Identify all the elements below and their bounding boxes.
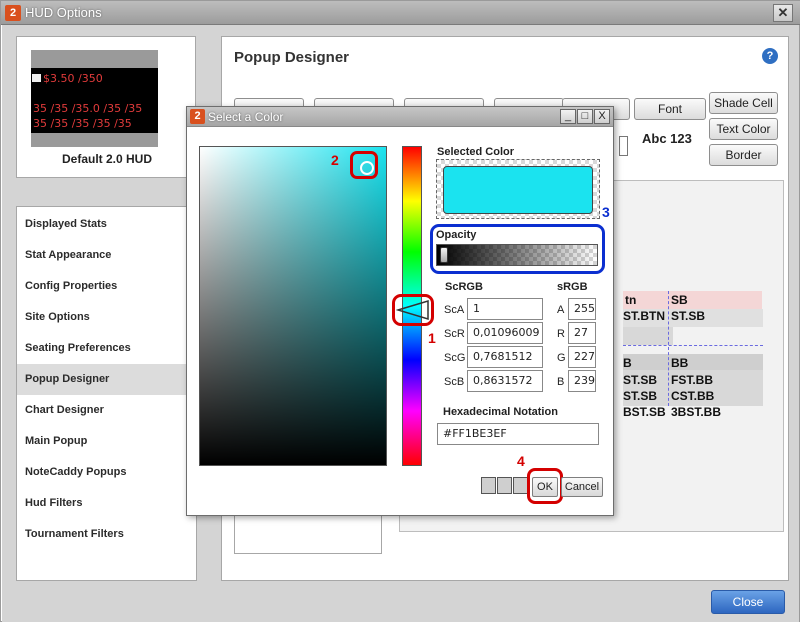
srgb-r-label: R <box>557 328 565 340</box>
hud-preview-card[interactable]: $3.50 /350 35 /35 /35.0 /35 /35 35 /35 /… <box>16 36 196 178</box>
dialog-close-button[interactable]: X <box>594 109 610 124</box>
grid-divider <box>623 345 763 346</box>
recent-color-swatch[interactable] <box>513 477 528 494</box>
minimize-button[interactable]: _ <box>560 109 576 124</box>
hud-preview-label: Default 2.0 HUD <box>61 152 153 166</box>
opacity-slider[interactable] <box>436 244 598 266</box>
grid-cell[interactable]: 3BST.BB <box>671 405 721 419</box>
grid-cell-bg <box>623 327 673 345</box>
app-logo-icon: 2 <box>5 5 21 21</box>
saturation-value-field[interactable] <box>199 146 387 466</box>
dialog-title: Select a Color <box>208 110 284 124</box>
text-color-button[interactable]: Text Color <box>709 118 778 140</box>
annotation-1: 1 <box>428 330 436 346</box>
srgb-a-field[interactable]: 255 <box>568 298 596 320</box>
annotation-2: 2 <box>331 152 339 168</box>
sidebar-item-displayed-stats[interactable]: Displayed Stats <box>17 209 196 240</box>
scb-label: ScB <box>444 376 465 388</box>
dialog-titlebar[interactable]: 2 Select a Color _ □ X <box>187 107 613 127</box>
window-titlebar[interactable]: 2 HUD Options ✕ <box>1 1 800 25</box>
hud-line-3: 35 /35 /35 /35 /35 <box>33 117 132 130</box>
annotation-4: 4 <box>517 453 525 469</box>
hex-label: Hexadecimal Notation <box>443 406 558 418</box>
cancel-button[interactable]: Cancel <box>561 477 603 497</box>
grid-cell[interactable]: ST.BTN <box>623 309 665 323</box>
srgb-b-field[interactable]: 239 <box>568 370 596 392</box>
grid-cell[interactable]: ST.SB <box>623 389 657 403</box>
small-input-fragment[interactable] <box>619 136 628 156</box>
hud-preview-image: $3.50 /350 35 /35 /35.0 /35 /35 35 /35 /… <box>31 50 158 147</box>
recent-color-swatch[interactable] <box>497 477 512 494</box>
help-icon[interactable]: ? <box>762 48 778 64</box>
font-sample-text: Abc 123 <box>642 131 692 146</box>
hud-line-2: 35 /35 /35.0 /35 /35 <box>33 102 143 115</box>
annotation-ring-4 <box>527 468 563 504</box>
options-sidebar: Displayed Stats Stat Appearance Config P… <box>16 206 197 581</box>
srgb-a-label: A <box>557 304 565 316</box>
close-button[interactable]: Close <box>711 590 785 614</box>
sidebar-item-tournament-filters[interactable]: Tournament Filters <box>17 519 196 550</box>
sidebar-item-main-popup[interactable]: Main Popup <box>17 426 196 457</box>
hud-preview-topbar <box>31 50 158 68</box>
hex-field[interactable]: #FF1BE3EF <box>437 423 599 445</box>
selected-color-swatch <box>443 166 593 214</box>
hud-preview-bottombar <box>31 133 158 147</box>
grid-cell[interactable]: ST.SB <box>623 373 657 387</box>
grid-cell[interactable]: ST.SB <box>671 309 705 323</box>
hud-note-icon <box>32 74 41 82</box>
font-button[interactable]: Font <box>634 98 706 120</box>
annotation-ring-2 <box>350 151 378 179</box>
srgb-r-field[interactable]: 27 <box>568 322 596 344</box>
grid-cell-bg <box>623 354 763 370</box>
sidebar-item-config-properties[interactable]: Config Properties <box>17 271 196 302</box>
grid-cell[interactable]: tn <box>625 293 636 307</box>
grid-cell[interactable]: FST.BB <box>671 373 713 387</box>
select-color-dialog: 2 Select a Color _ □ X 2 1 Selected Colo… <box>186 106 614 516</box>
annotation-ring-1 <box>392 294 434 326</box>
sidebar-item-chart-designer[interactable]: Chart Designer <box>17 395 196 426</box>
scb-field[interactable]: 0,8631572 <box>467 370 543 392</box>
window-title: HUD Options <box>25 5 102 20</box>
grid-cell[interactable]: B <box>623 356 632 370</box>
sca-field[interactable]: 1 <box>467 298 543 320</box>
grid-cell[interactable]: SB <box>671 293 688 307</box>
opacity-slider-thumb[interactable] <box>440 247 448 263</box>
hud-line-1: $3.50 /350 <box>43 72 103 85</box>
sidebar-item-stat-appearance[interactable]: Stat Appearance <box>17 240 196 271</box>
grid-cell[interactable]: CST.BB <box>671 389 714 403</box>
app-logo-icon: 2 <box>190 109 205 124</box>
srgb-g-field[interactable]: 227 <box>568 346 596 368</box>
window-close-button[interactable]: ✕ <box>773 4 793 22</box>
scg-field[interactable]: 0,7681512 <box>467 346 543 368</box>
sidebar-item-popup-designer[interactable]: Popup Designer <box>17 364 196 395</box>
maximize-button[interactable]: □ <box>577 109 593 124</box>
sca-label: ScA <box>444 304 465 316</box>
grid-cell[interactable]: BB <box>671 356 688 370</box>
sidebar-item-seating-preferences[interactable]: Seating Preferences <box>17 333 196 364</box>
selected-color-frame <box>436 159 600 219</box>
annotation-3: 3 <box>602 204 610 220</box>
selected-color-label: Selected Color <box>437 146 515 158</box>
opacity-label: Opacity <box>436 229 477 241</box>
sidebar-item-hud-filters[interactable]: Hud Filters <box>17 488 196 519</box>
grid-divider <box>668 291 669 406</box>
scr-label: ScR <box>444 328 465 340</box>
recent-color-swatch[interactable] <box>481 477 496 494</box>
scrgb-label: ScRGB <box>445 281 483 293</box>
srgb-label: sRGB <box>557 281 588 293</box>
sidebar-item-notecaddy-popups[interactable]: NoteCaddy Popups <box>17 457 196 488</box>
designer-title: Popup Designer <box>234 49 350 66</box>
shade-cell-button[interactable]: Shade Cell <box>709 92 778 114</box>
grid-cell[interactable]: BST.SB <box>623 405 666 419</box>
srgb-g-label: G <box>557 352 566 364</box>
scr-field[interactable]: 0,01096009 <box>467 322 543 344</box>
sidebar-item-site-options[interactable]: Site Options <box>17 302 196 333</box>
border-button[interactable]: Border <box>709 144 778 166</box>
scg-label: ScG <box>444 352 466 364</box>
srgb-b-label: B <box>557 376 565 388</box>
